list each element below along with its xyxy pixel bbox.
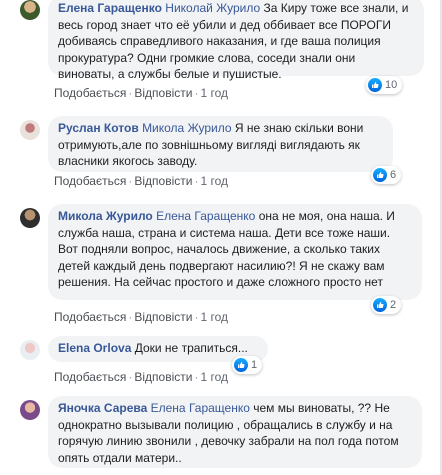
like-link[interactable]: Подобається: [54, 86, 126, 100]
comment-bubble: Микола Журило Елена Гаращенко она не моя…: [48, 204, 422, 300]
comment-author[interactable]: Руслан Котов: [58, 121, 139, 135]
like-reaction-icon: [368, 78, 382, 92]
avatar[interactable]: [20, 208, 40, 228]
avatar[interactable]: [20, 0, 40, 20]
comment-text: Доки не трапиться...: [131, 341, 248, 355]
reaction-count-value: 6: [390, 169, 397, 181]
avatar[interactable]: [20, 340, 40, 360]
comment-author[interactable]: Elena Orlova: [58, 341, 131, 355]
avatar[interactable]: [20, 400, 40, 420]
comment-mention[interactable]: Николай Журило: [165, 1, 260, 15]
like-reaction-icon: [373, 298, 387, 312]
separator-dot: ·: [128, 86, 133, 100]
like-reaction-icon: [373, 168, 387, 182]
comment-author[interactable]: Елена Гаращенко: [58, 1, 162, 15]
reaction-count[interactable]: 10: [366, 76, 403, 94]
separator-dot: ·: [128, 310, 133, 324]
avatar[interactable]: [20, 120, 40, 140]
separator-dot: ·: [194, 310, 199, 324]
comment-mention[interactable]: Микола Журило: [142, 121, 232, 135]
comment-actions: Подобається · Відповісти · 1 год: [54, 86, 228, 100]
reaction-count[interactable]: 2: [371, 296, 402, 314]
comment-actions: Подобається · Відповісти · 1 год: [54, 174, 228, 188]
separator-dot: ·: [128, 174, 133, 188]
reaction-count-value: 1: [251, 359, 258, 371]
comment-time[interactable]: 1 год: [200, 174, 228, 188]
separator-dot: ·: [194, 174, 199, 188]
comment-time[interactable]: 1 год: [200, 86, 228, 100]
comment-time[interactable]: 1 год: [200, 370, 228, 384]
reaction-count[interactable]: 6: [371, 166, 402, 184]
like-link[interactable]: Подобається: [54, 370, 126, 384]
reaction-count-value: 2: [390, 299, 397, 311]
separator-dot: ·: [194, 86, 199, 100]
comment-bubble: Елена Гаращенко Николай Журило За Киру т…: [48, 0, 424, 81]
comment-mention[interactable]: Елена Гаращенко: [151, 401, 250, 415]
like-reaction-icon: [234, 358, 248, 372]
comment-author[interactable]: Яночка Сарева: [58, 401, 147, 415]
comment-mention[interactable]: Елена Гаращенко: [156, 209, 255, 223]
reply-link[interactable]: Відповісти: [134, 370, 192, 384]
comment-author[interactable]: Микола Журило: [58, 209, 153, 223]
like-link[interactable]: Подобається: [54, 174, 126, 188]
reply-link[interactable]: Відповісти: [134, 86, 192, 100]
comment-bubble: Руслан Котов Микола Журило Я не знаю скі…: [48, 116, 393, 172]
comment-actions: Подобається · Відповісти · 1 год: [54, 310, 228, 324]
reply-link[interactable]: Відповісти: [134, 174, 192, 188]
comment-actions: Подобається · Відповісти · 1 год: [54, 370, 228, 384]
separator-dot: ·: [194, 370, 199, 384]
reply-link[interactable]: Відповісти: [134, 310, 192, 324]
reaction-count-value: 10: [385, 79, 398, 91]
reaction-count[interactable]: 1: [232, 356, 263, 374]
like-link[interactable]: Подобається: [54, 310, 126, 324]
comment-time[interactable]: 1 год: [200, 310, 228, 324]
separator-dot: ·: [128, 370, 133, 384]
comment-bubble: Яночка Сарева Елена Гаращенко чем мы вин…: [48, 396, 422, 468]
